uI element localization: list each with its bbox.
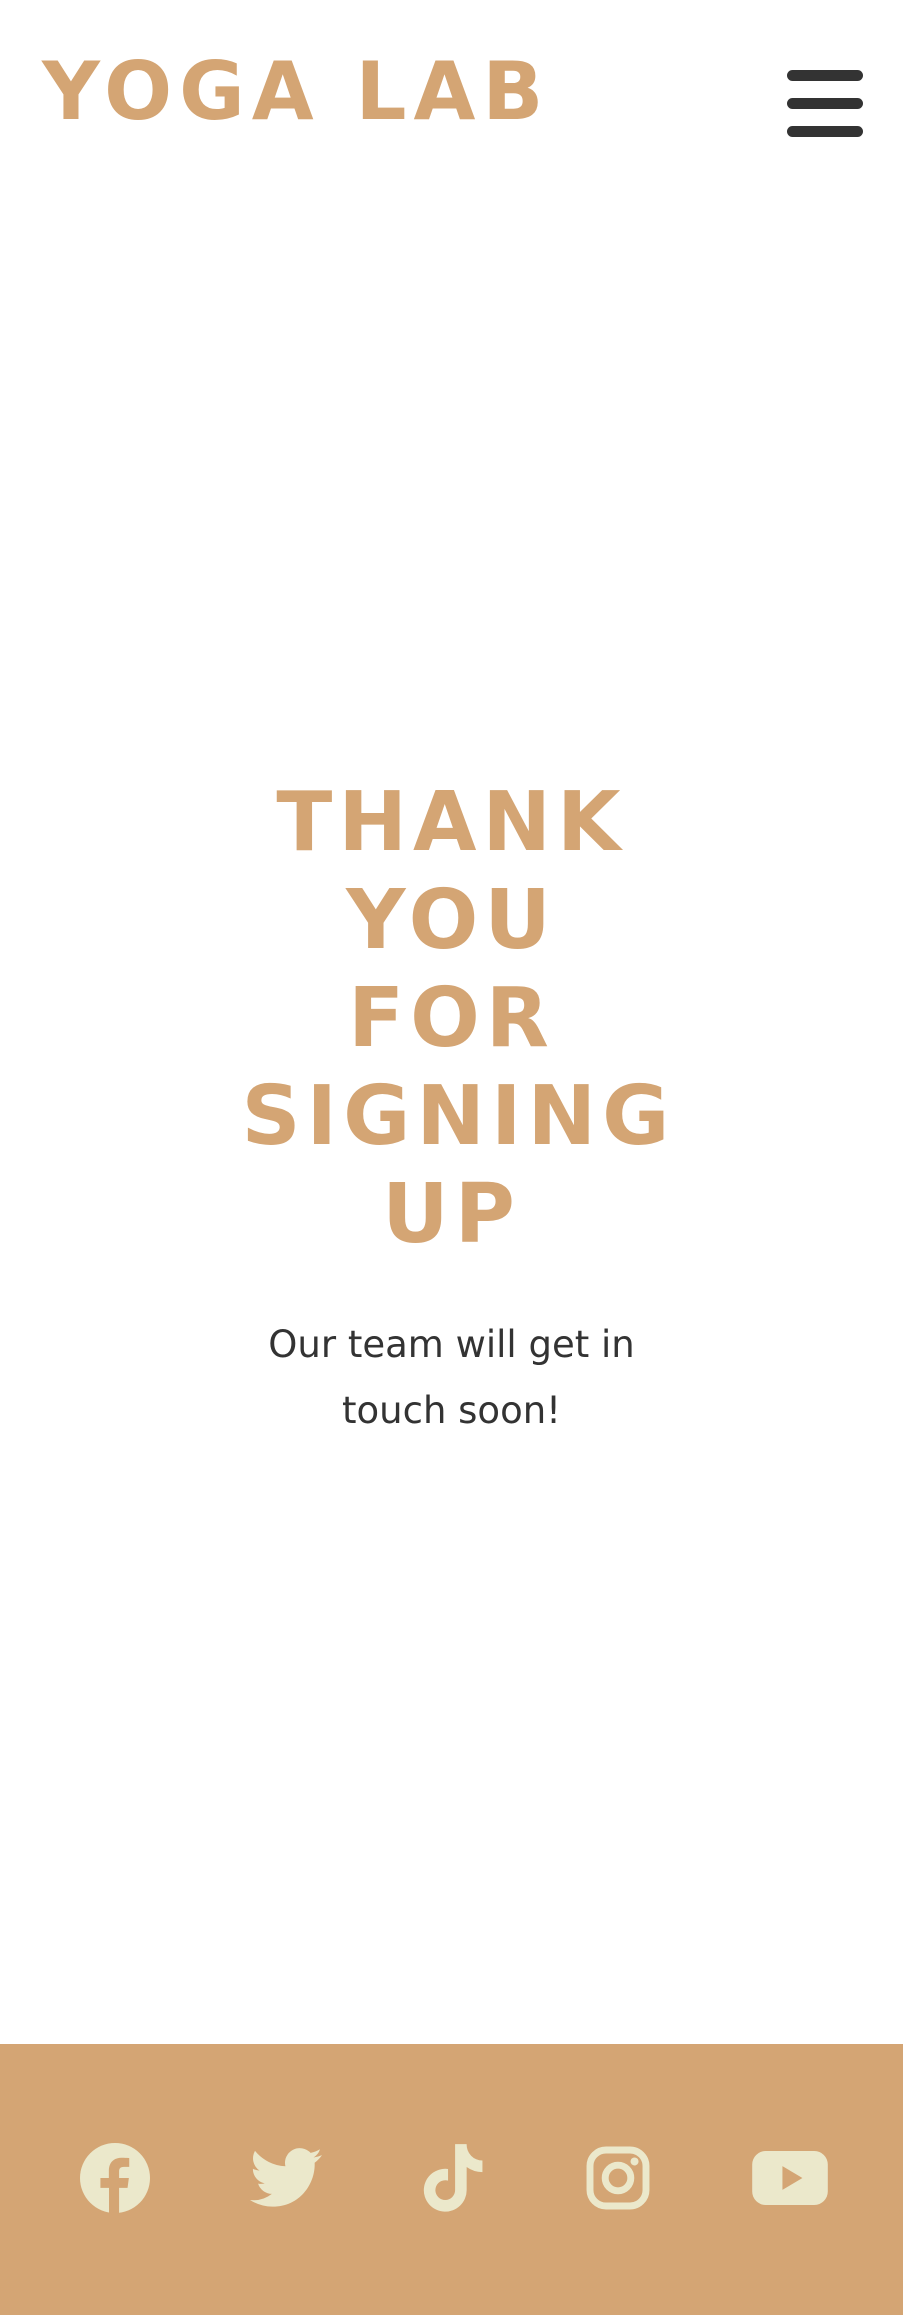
menu-bar-top [787, 70, 863, 81]
menu-bar-bottom [787, 126, 863, 137]
instagram-icon[interactable] [580, 2140, 656, 2216]
main-content: THANK YOU FOR SIGNING UP Our team will g… [0, 210, 903, 2044]
page-title: THANK YOU FOR SIGNING UP [241, 774, 676, 1262]
youtube-icon[interactable] [752, 2140, 828, 2216]
site-logo[interactable]: YOGA LAB [42, 52, 550, 132]
menu-bar-middle [787, 98, 863, 109]
confirmation-message: Our team will get in touch soon! [268, 1322, 635, 1432]
hamburger-menu-icon[interactable] [787, 68, 863, 140]
facebook-icon[interactable] [77, 2140, 153, 2216]
site-footer [0, 2044, 903, 2315]
tiktok-icon[interactable] [414, 2140, 490, 2216]
site-header: YOGA LAB [0, 0, 903, 210]
twitter-icon[interactable] [248, 2140, 324, 2216]
